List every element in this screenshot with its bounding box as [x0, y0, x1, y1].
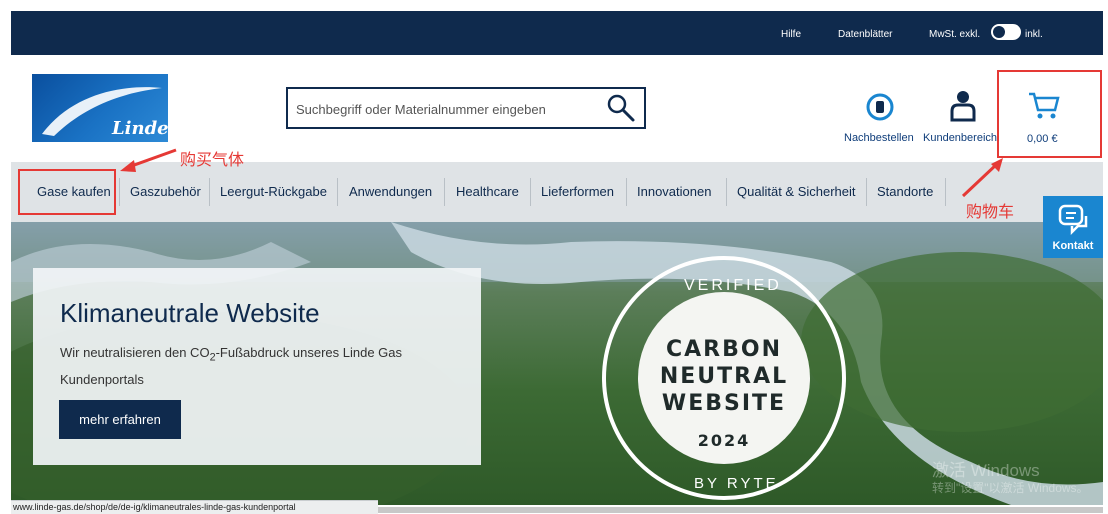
linde-logo[interactable]: Linde: [32, 74, 168, 142]
search-box: [286, 87, 646, 129]
account-label[interactable]: Kundenbereich: [923, 132, 997, 144]
carbon-neutral-badge: VERIFIED CARBON NEUTRAL WEBSITE 2024 BY …: [602, 256, 846, 500]
nav-divider: [209, 178, 210, 206]
contact-label: Kontakt: [1052, 240, 1094, 252]
annotation-arrow-icon: [120, 148, 177, 172]
logo-text: Linde: [112, 118, 168, 139]
nav-item-innovationen[interactable]: Innovationen: [637, 184, 711, 199]
nav-divider: [119, 178, 120, 206]
vat-toggle-knob: [993, 26, 1005, 38]
vat-toggle[interactable]: [991, 24, 1021, 40]
nav-divider: [945, 178, 946, 206]
datasheets-link[interactable]: Datenblätter: [838, 29, 892, 40]
badge-year: 2024: [698, 431, 751, 450]
activation-watermark-text: 转到"设置"以激活 Windows。: [932, 481, 1089, 495]
nav-divider: [530, 178, 531, 206]
badge-line1: CARBON: [666, 337, 782, 362]
reorder-icon[interactable]: [865, 92, 895, 122]
search-icon[interactable]: [606, 93, 636, 123]
reorder-label[interactable]: Nachbestellen: [844, 132, 914, 144]
nav-divider: [726, 178, 727, 206]
nav-item-leergut-rueckgabe[interactable]: Leergut-Rückgabe: [220, 184, 327, 199]
badge-bottom-text: BY RYTE: [694, 475, 779, 492]
status-url: www.linde-gas.de/shop/de/de-ig/klimaneut…: [13, 502, 296, 512]
vat-excl-label: MwSt. exkl.: [929, 29, 981, 40]
learn-more-button[interactable]: mehr erfahren: [59, 400, 181, 439]
nav-divider: [626, 178, 627, 206]
status-bar: www.linde-gas.de/shop/de/de-ig/klimaneut…: [11, 500, 378, 514]
nav-item-standorte[interactable]: Standorte: [877, 184, 933, 199]
nav-item-gaszubehoer[interactable]: Gaszubehör: [130, 184, 201, 199]
search-input[interactable]: [296, 98, 596, 120]
contact-button[interactable]: Kontakt: [1043, 196, 1103, 258]
annotation-buy-gas: 购买气体: [180, 152, 245, 169]
buy-gas-highlight-box: [18, 169, 116, 215]
help-link[interactable]: Hilfe: [781, 29, 801, 40]
hero-card: Klimaneutrale Website Wir neutralisieren…: [33, 268, 481, 465]
top-utility-bar: Hilfe Datenblätter MwSt. exkl. inkl.: [11, 11, 1103, 55]
nav-item-healthcare[interactable]: Healthcare: [456, 184, 519, 199]
nav-item-anwendungen[interactable]: Anwendungen: [349, 184, 432, 199]
horizontal-scrollbar[interactable]: [378, 507, 1103, 513]
nav-divider: [337, 178, 338, 206]
chat-icon: [1058, 204, 1088, 236]
nav-divider: [866, 178, 867, 206]
annotation-cart: 购物车: [966, 204, 1015, 221]
cart-highlight-box: [997, 70, 1102, 158]
activation-watermark-title: 激活 Windows: [932, 461, 1040, 480]
nav-item-qualitaet-sicherheit[interactable]: Qualität & Sicherheit: [737, 184, 856, 199]
account-icon[interactable]: [950, 90, 976, 122]
annotation-arrow-icon: [961, 158, 1003, 198]
hero-text-start: Wir neutralisieren den CO: [60, 345, 210, 360]
badge-top-text: VERIFIED: [684, 277, 782, 294]
hero-title: Klimaneutrale Website: [60, 298, 320, 328]
nav-divider: [444, 178, 445, 206]
badge-line2: NEUTRAL: [660, 364, 788, 389]
hero-text: Wir neutralisieren den CO2-Fußabdruck un…: [60, 342, 440, 390]
vat-incl-label: inkl.: [1025, 29, 1043, 40]
nav-item-lieferformen[interactable]: Lieferformen: [541, 184, 614, 199]
badge-line3: WEBSITE: [662, 391, 786, 416]
